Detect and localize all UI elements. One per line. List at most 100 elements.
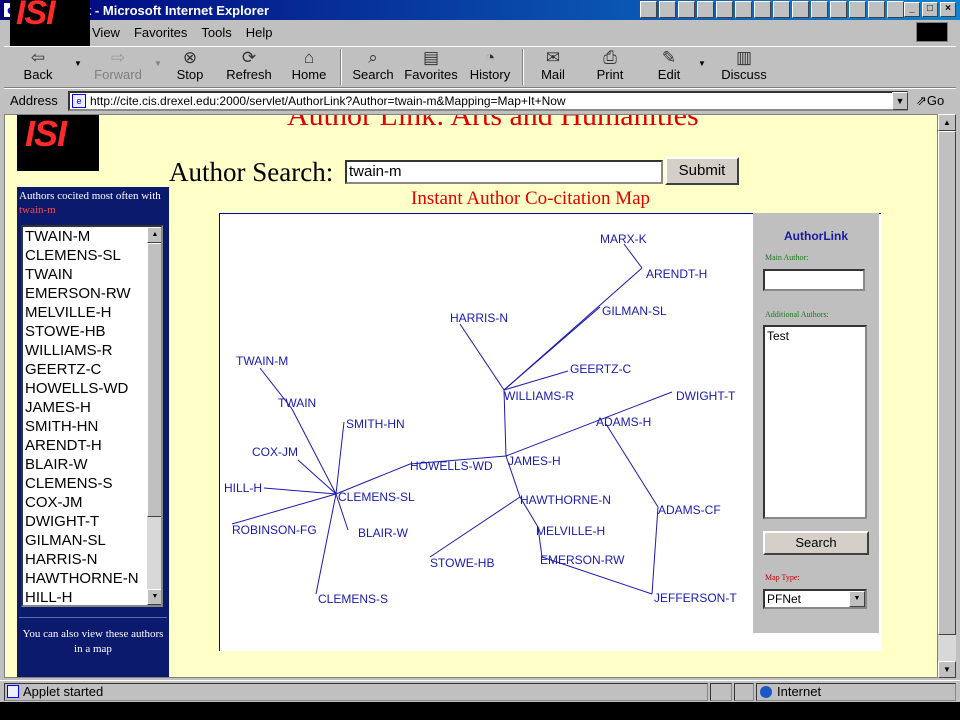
author-search-input[interactable]: twain-m — [345, 160, 663, 184]
tray-icon[interactable] — [868, 1, 885, 18]
list-scrollbar[interactable]: ▲ ▼ — [147, 227, 161, 605]
author-list-item[interactable]: MELVILLE-H — [23, 303, 161, 322]
author-list-item[interactable]: HARRIS-N — [23, 550, 161, 569]
tray-icon[interactable] — [640, 1, 657, 18]
map-node-label[interactable]: SMITH-HN — [346, 417, 405, 431]
page-scroll-thumb[interactable] — [938, 131, 956, 635]
map-node-label[interactable]: TWAIN — [278, 396, 316, 410]
tray-icon[interactable] — [697, 1, 714, 18]
submit-button[interactable]: Submit — [665, 157, 739, 185]
author-list-item[interactable]: WILLIAMS-R — [23, 341, 161, 360]
map-node-label[interactable]: HARRIS-N — [450, 311, 508, 325]
edit-button[interactable]: ✎ Edit ▼ — [642, 47, 706, 87]
address-dropdown-button[interactable]: ▼ — [892, 92, 908, 110]
author-list-item[interactable]: CLEMENS-S — [23, 474, 161, 493]
author-list[interactable]: TWAIN-M CLEMENS-SL TWAIN EMERSON-RW MELVILLE… — [21, 225, 163, 607]
map-node-label[interactable]: ARENDT-H — [646, 267, 707, 281]
map-node-label[interactable]: CLEMENS-S — [318, 592, 388, 606]
map-node-label[interactable]: JAMES-H — [508, 454, 561, 468]
scroll-up-arrow-icon[interactable]: ▲ — [147, 227, 161, 243]
page-scrollbar[interactable]: ▲ ▼ — [938, 114, 956, 678]
address-input[interactable]: e http://cite.cis.drexel.edu:2000/servle… — [68, 91, 908, 111]
map-node-label[interactable]: HILL-H — [224, 481, 262, 495]
discuss-button[interactable]: ▥ Discuss — [714, 47, 774, 87]
tray-icon[interactable] — [887, 1, 904, 18]
list-scroll-thumb[interactable] — [147, 243, 161, 517]
author-list-item[interactable]: TWAIN-M — [23, 227, 161, 246]
maximize-button[interactable]: □ — [922, 2, 938, 17]
map-node-label[interactable]: HAWTHORNE-N — [520, 493, 611, 507]
author-list-item[interactable]: BLAIR-W — [23, 455, 161, 474]
menu-favorites[interactable]: Favorites — [134, 25, 187, 40]
chevron-down-icon[interactable]: ▼ — [74, 59, 82, 68]
author-list-item[interactable]: TWAIN — [23, 265, 161, 284]
map-node-label[interactable]: ADAMS-H — [596, 415, 651, 429]
map-node-label[interactable]: GILMAN-SL — [602, 304, 667, 318]
mail-button[interactable]: ✉ Mail — [528, 47, 578, 87]
applet-search-button[interactable]: Search — [763, 531, 869, 555]
menu-view[interactable]: View — [92, 25, 120, 40]
map-node-label[interactable]: HOWELLS-WD — [410, 459, 493, 473]
map-node-label[interactable]: EMERSON-RW — [540, 553, 625, 567]
view-in-map-link[interactable]: You can also view these authors in a map — [17, 627, 169, 657]
author-list-item[interactable]: GILMAN-SL — [23, 531, 161, 550]
map-node-label[interactable]: ADAMS-CF — [658, 503, 721, 517]
author-list-item[interactable]: SMITH-HN — [23, 417, 161, 436]
author-list-item[interactable]: COX-JM — [23, 493, 161, 512]
map-node-label[interactable]: COX-JM — [252, 445, 298, 459]
additional-authors-textarea[interactable]: Test — [763, 325, 867, 519]
tray-icon[interactable] — [754, 1, 771, 18]
chevron-down-icon[interactable]: ▼ — [698, 59, 706, 68]
map-node-label[interactable]: ROBINSON-FG — [232, 523, 317, 537]
close-button[interactable]: × — [940, 2, 956, 17]
author-list-item[interactable]: HAWTHORNE-N — [23, 569, 161, 588]
author-list-item[interactable]: STOWE-HB — [23, 322, 161, 341]
forward-button[interactable]: ⇨ Forward ▼ — [84, 47, 162, 87]
author-list-item[interactable]: CLEMENS-SL — [23, 246, 161, 265]
home-button[interactable]: ⌂ Home — [282, 47, 336, 87]
scroll-up-arrow-icon[interactable]: ▲ — [938, 114, 956, 131]
refresh-button[interactable]: ⟳ Refresh — [216, 47, 282, 87]
scroll-down-arrow-icon[interactable]: ▼ — [938, 661, 956, 678]
map-node-label[interactable]: WILLIAMS-R — [504, 389, 574, 403]
history-button[interactable]: ◔ History — [462, 47, 518, 87]
print-button[interactable]: ⎙ Print — [578, 47, 642, 87]
author-list-item[interactable]: EMERSON-RW — [23, 284, 161, 303]
menu-help[interactable]: Help — [246, 25, 273, 40]
author-list-item[interactable]: HOWELLS-WD — [23, 379, 161, 398]
map-node-label[interactable]: MELVILLE-H — [536, 524, 605, 538]
author-list-item[interactable]: DWIGHT-T — [23, 512, 161, 531]
tray-icon[interactable] — [811, 1, 828, 18]
map-node-label[interactable]: TWAIN-M — [236, 354, 288, 368]
map-type-select[interactable]: PFNet ▼ — [763, 589, 867, 609]
author-list-item[interactable]: JAMES-H — [23, 398, 161, 417]
stop-button[interactable]: ⊗ Stop — [164, 47, 216, 87]
chevron-down-icon[interactable]: ▼ — [154, 59, 162, 68]
chevron-down-icon[interactable]: ▼ — [849, 591, 865, 607]
tray-icon[interactable] — [830, 1, 847, 18]
menu-tools[interactable]: Tools — [201, 25, 231, 40]
map-node-label[interactable]: STOWE-HB — [430, 556, 494, 570]
back-button[interactable]: ⇦ Back ▼ — [4, 47, 82, 87]
tray-icon[interactable] — [792, 1, 809, 18]
author-list-item[interactable]: GEERTZ-C — [23, 360, 161, 379]
map-node-label[interactable]: BLAIR-W — [358, 526, 409, 540]
tray-icon[interactable] — [678, 1, 695, 18]
tray-icon[interactable] — [773, 1, 790, 18]
map-node-label[interactable]: GEERTZ-C — [570, 362, 631, 376]
author-list-item[interactable]: ARENDT-H — [23, 436, 161, 455]
tray-icon[interactable] — [849, 1, 866, 18]
map-node-label[interactable]: JEFFERSON-T — [654, 591, 737, 605]
map-node-label[interactable]: MARX-K — [600, 232, 647, 246]
tray-icon[interactable] — [735, 1, 752, 18]
favorites-button[interactable]: ▤ Favorites — [400, 47, 462, 87]
tray-icon[interactable] — [659, 1, 676, 18]
main-author-input[interactable] — [763, 269, 865, 291]
scroll-down-arrow-icon[interactable]: ▼ — [147, 589, 161, 605]
author-list-item[interactable]: HILL-H — [23, 588, 161, 605]
map-node-label[interactable]: DWIGHT-T — [676, 389, 736, 403]
minimize-button[interactable]: _ — [904, 2, 920, 17]
tray-icon[interactable] — [716, 1, 733, 18]
map-node-label[interactable]: CLEMENS-SL — [338, 490, 415, 504]
go-button[interactable]: ⇗Go — [916, 93, 944, 109]
